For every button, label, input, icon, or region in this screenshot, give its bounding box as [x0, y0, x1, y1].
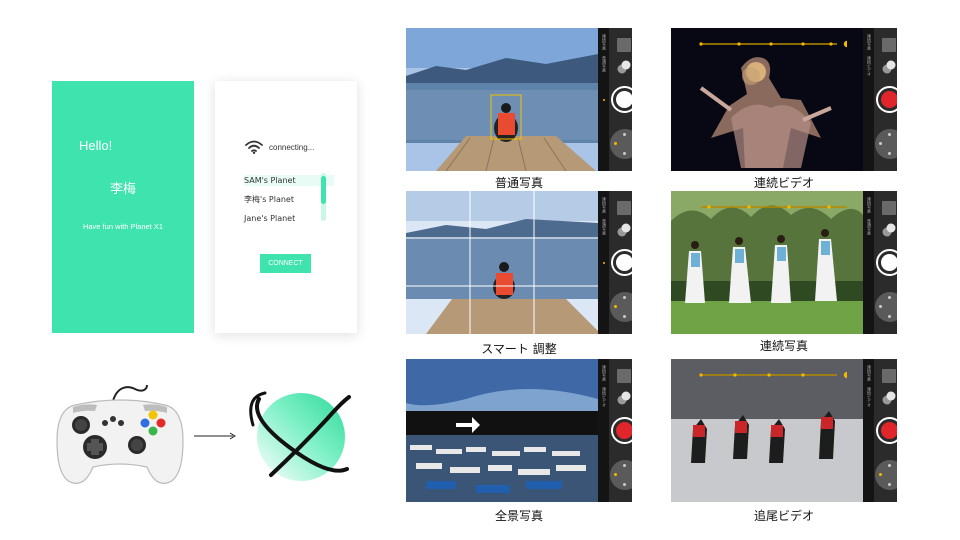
camera-control-panel — [609, 359, 632, 502]
connection-status: connecting... — [269, 143, 315, 152]
direction-joystick[interactable] — [875, 129, 897, 159]
camera-control-panel — [874, 191, 897, 334]
camera-screen-smart-adjust: 連続写真 普通写真 — [406, 191, 632, 334]
direction-joystick[interactable] — [610, 129, 632, 159]
mode-rail-label[interactable]: 連続ビデオ — [866, 387, 872, 407]
toggle-icon[interactable] — [617, 391, 631, 405]
connect-screen: connecting... SAM's Planet 李梅's Planet J… — [215, 81, 357, 333]
gallery-thumbnail[interactable] — [882, 369, 896, 383]
mode-rail-label[interactable]: 普通写真 — [866, 219, 872, 235]
direction-joystick[interactable] — [875, 460, 897, 490]
camera-screen-tracking-video: 連続写真 連続ビデオ — [671, 359, 897, 502]
toggle-icon[interactable] — [617, 223, 631, 237]
planet-logo-icon — [249, 391, 351, 481]
toggle-icon[interactable] — [617, 60, 631, 74]
gallery-thumbnail[interactable] — [882, 38, 896, 52]
direction-joystick[interactable] — [610, 292, 632, 322]
mode-caption: 連続写真 — [759, 339, 808, 353]
greeting-text: Hello! — [79, 138, 113, 153]
viewfinder-image — [406, 28, 598, 171]
mode-rail: 連続写真 連続ビデオ — [863, 359, 874, 502]
viewfinder-image — [406, 359, 598, 502]
gallery-thumbnail[interactable] — [882, 201, 896, 215]
mode-rail-label[interactable]: 連続写真 — [866, 197, 872, 213]
shutter-button[interactable] — [611, 86, 632, 113]
mode-caption: 連続ビデオ — [753, 176, 814, 190]
camera-control-panel — [609, 28, 632, 171]
arrow-right-icon — [194, 432, 236, 440]
record-button[interactable] — [611, 417, 632, 444]
user-name: 李梅 — [109, 182, 136, 197]
gallery-thumbnail[interactable] — [617, 369, 631, 383]
gallery-thumbnail[interactable] — [617, 201, 631, 215]
record-button[interactable] — [876, 417, 897, 444]
timeline-slider[interactable] — [699, 38, 847, 58]
direction-joystick[interactable] — [875, 292, 897, 322]
mode-rail-label[interactable]: 連続写真 — [866, 365, 872, 381]
mode-rail-label[interactable]: 普通写真 — [601, 56, 607, 72]
record-button[interactable] — [876, 86, 897, 113]
timeline-slider[interactable] — [699, 369, 847, 389]
mode-caption: スマート 調整 — [481, 342, 557, 356]
gallery-thumbnail[interactable] — [617, 38, 631, 52]
camera-screen-panorama: 連続写真 連続ビデオ — [406, 359, 632, 502]
viewfinder-image — [406, 191, 598, 334]
mode-rail-label[interactable]: 連続写真 — [601, 197, 607, 213]
mode-rail: 連続写真 連続ビデオ — [863, 28, 874, 171]
mode-rail-label[interactable]: 連続写真 — [601, 365, 607, 381]
mode-caption: 全景写真 — [494, 509, 543, 523]
toggle-icon[interactable] — [882, 391, 896, 405]
gamepad-icon — [56, 384, 184, 485]
planet-list-item[interactable]: 李梅's Planet — [244, 194, 294, 205]
mode-rail-label[interactable]: 連続ビデオ — [601, 387, 607, 407]
planet-list-item[interactable]: Jane's Planet — [244, 214, 295, 223]
mode-indicator-dot — [603, 99, 605, 101]
mode-rail: 連続写真 普通写真 — [863, 191, 874, 334]
mode-rail-label[interactable]: 連続写真 — [866, 34, 872, 50]
direction-joystick[interactable] — [610, 460, 632, 490]
toggle-icon[interactable] — [882, 223, 896, 237]
camera-control-panel — [609, 191, 632, 334]
mode-rail-label[interactable]: 普通写真 — [601, 219, 607, 235]
camera-control-panel — [874, 28, 897, 171]
connect-button[interactable]: CONNECT — [260, 254, 311, 273]
mode-caption: 追尾ビデオ — [753, 509, 814, 523]
shutter-button[interactable] — [876, 249, 897, 276]
camera-screen-continuous-photo: 連続写真 普通写真 — [671, 191, 897, 334]
camera-screen-continuous-video: 連続写真 連続ビデオ — [671, 28, 897, 171]
mode-rail-label[interactable]: 連続写真 — [601, 34, 607, 50]
camera-control-panel — [874, 359, 897, 502]
welcome-screen: Hello! 李梅 Have fun with Planet X1 — [52, 81, 194, 333]
mode-rail-label[interactable]: 連続ビデオ — [866, 56, 872, 76]
mode-indicator-dot — [603, 262, 605, 264]
toggle-icon[interactable] — [882, 60, 896, 74]
mode-rail: 連続写真 連続ビデオ — [598, 359, 609, 502]
shutter-button[interactable] — [611, 249, 632, 276]
mode-caption: 普通写真 — [494, 176, 543, 190]
camera-screen-normal-photo: 連続写真 普通写真 — [406, 28, 632, 171]
planet-list-scroll-thumb[interactable] — [321, 176, 326, 204]
welcome-tagline: Have fun with Planet X1 — [82, 222, 164, 231]
timeline-slider[interactable] — [699, 201, 847, 221]
wifi-icon — [245, 140, 263, 154]
